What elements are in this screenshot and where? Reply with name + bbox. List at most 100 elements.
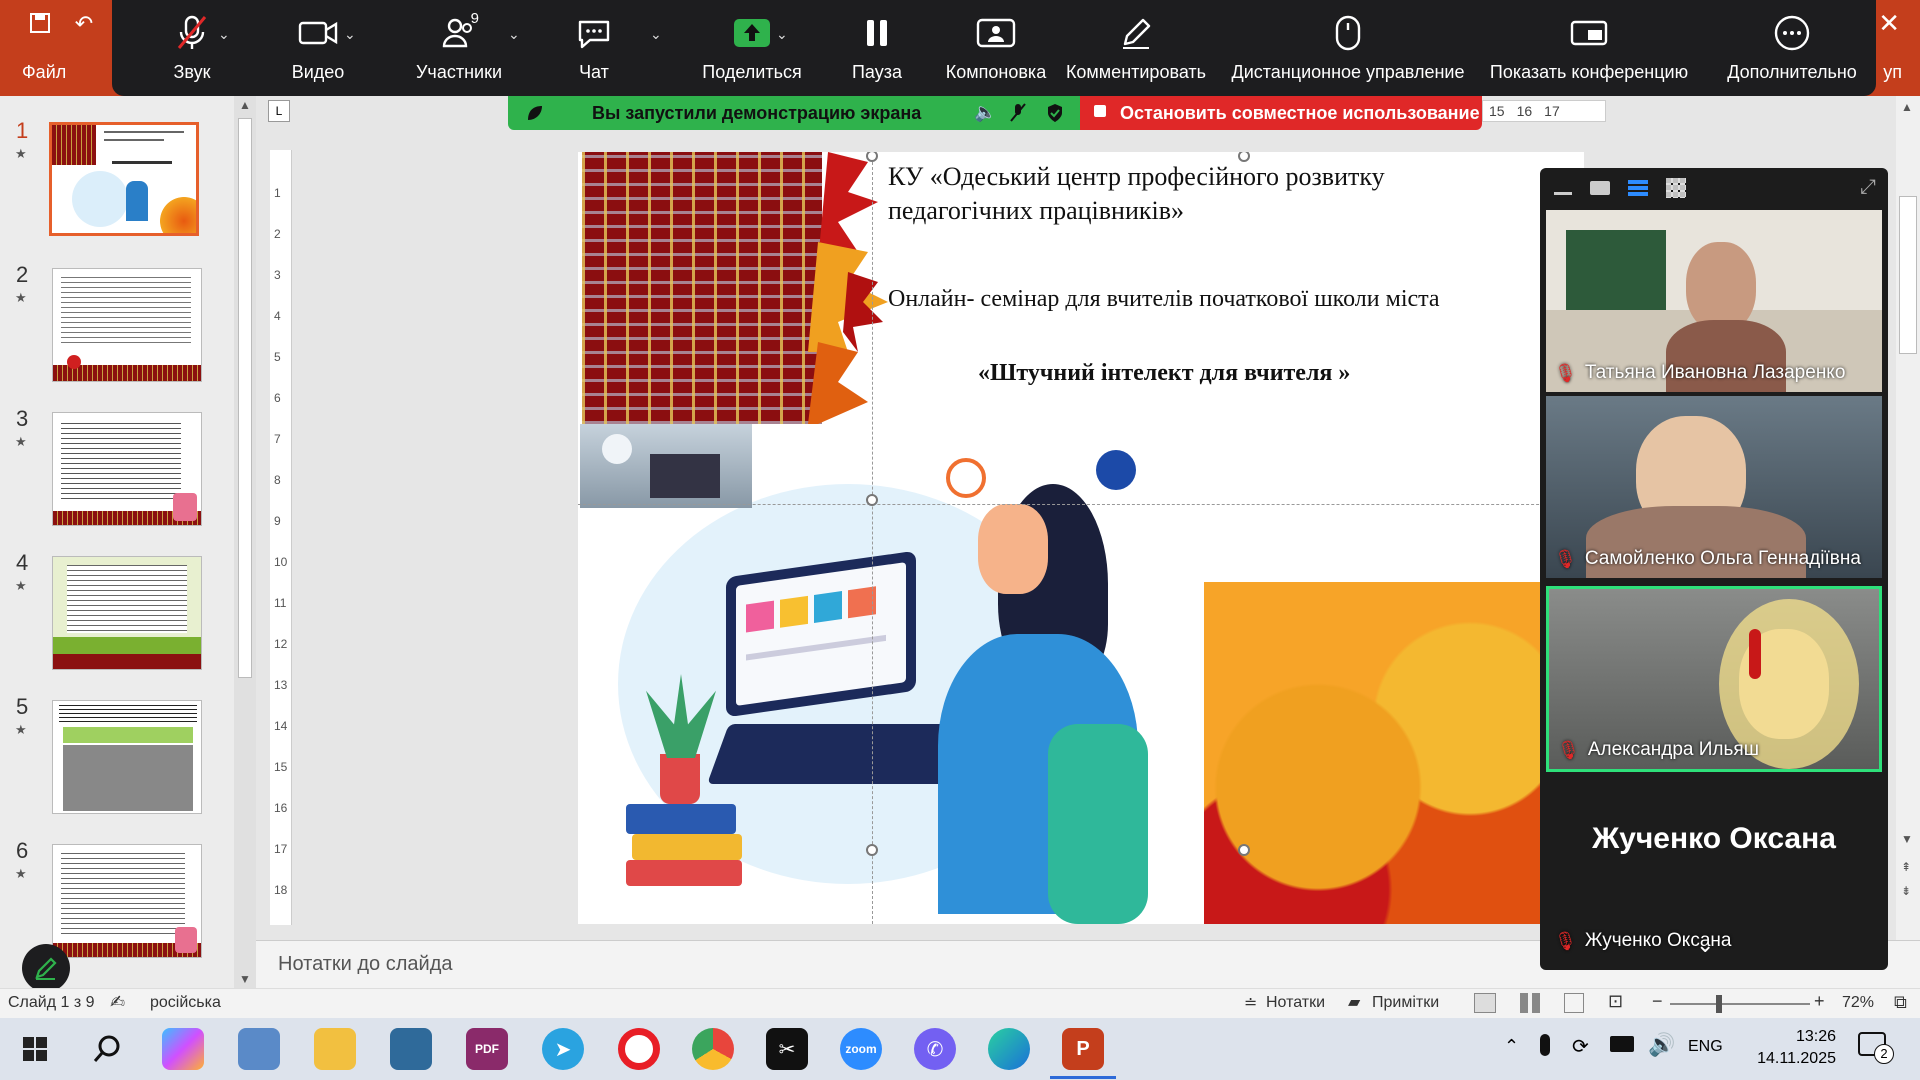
next-slide-icon[interactable]: ⇟ <box>1901 884 1911 898</box>
slide-title[interactable]: «Штучний інтелект для вчителя » <box>978 360 1350 387</box>
opera-icon[interactable] <box>618 1028 660 1070</box>
scroll-thumb[interactable] <box>238 118 252 678</box>
resize-handle[interactable] <box>866 494 878 506</box>
seminar-text[interactable]: Онлайн- семінар для вчителів початкової … <box>888 286 1440 313</box>
stop-share-button[interactable]: Остановить совместное использование <box>1080 96 1482 130</box>
calculator-icon[interactable] <box>390 1028 432 1070</box>
remote-control-button[interactable]: Дистанционное управление <box>1230 0 1466 96</box>
search-icon[interactable] <box>86 1028 128 1070</box>
pdf-editor-icon[interactable]: PDF <box>466 1028 508 1070</box>
capcut-icon[interactable]: ✂ <box>766 1028 808 1070</box>
resize-handle[interactable] <box>1238 844 1250 856</box>
share-button[interactable]: Поделиться <box>682 0 822 96</box>
windows-start-icon[interactable] <box>14 1028 56 1070</box>
chevron-up-icon[interactable]: ⌃ <box>1504 1036 1519 1057</box>
previous-slide-icon[interactable]: ⇞ <box>1901 860 1911 874</box>
audio-options-chevron-icon[interactable]: ⌄ <box>218 26 230 43</box>
zoom-level[interactable]: 72% <box>1842 994 1874 1012</box>
viber-icon[interactable]: ✆ <box>914 1028 956 1070</box>
ruler-mark: 18 <box>274 883 288 897</box>
leaf-share-icon <box>528 106 542 120</box>
speaker-icon[interactable]: 🔊 <box>1648 1032 1675 1058</box>
slide-thumbnail-6[interactable] <box>52 844 202 958</box>
reading-view-icon[interactable] <box>1564 993 1584 1013</box>
expand-icon[interactable]: ⤢ <box>1860 176 1876 199</box>
video-button[interactable]: Видео <box>272 0 364 96</box>
participants-button[interactable]: 9 Участники <box>404 0 514 96</box>
battery-icon[interactable] <box>1610 1036 1634 1052</box>
slide-sorter-icon[interactable] <box>1520 993 1540 1013</box>
microphone-icon[interactable] <box>1540 1034 1550 1056</box>
scroll-up-icon[interactable]: ▲ <box>239 98 251 112</box>
video-tile-active-speaker[interactable]: 🎙 Александра Ильяш <box>1546 586 1882 772</box>
slide-thumbnail-4[interactable] <box>52 556 202 670</box>
gallery-scroll-down-icon[interactable]: ⌄ <box>1696 932 1714 958</box>
display-icon[interactable]: ⟳ <box>1572 1034 1589 1059</box>
speaker-view-icon[interactable] <box>1590 181 1610 195</box>
zoom-video-gallery: ⤢ 🎙 Татьяна Ивановна Лазаренко 🎙 Самойленк… <box>1540 168 1888 970</box>
telegram-icon[interactable]: ➤ <box>542 1028 584 1070</box>
annotate-button[interactable]: Комментировать <box>1064 0 1208 96</box>
resize-handle[interactable] <box>866 844 878 856</box>
org-name-text[interactable]: КУ «Одеський центр професійного розвитку… <box>888 160 1385 228</box>
scroll-up-icon[interactable]: ▲ <box>1901 100 1913 114</box>
chrome-icon[interactable] <box>692 1028 734 1070</box>
desktop-app-icon[interactable] <box>238 1028 280 1070</box>
keyboard-language[interactable]: ENG <box>1688 1038 1723 1056</box>
video-tile-participant[interactable]: 🎙 Татьяна Ивановна Лазаренко <box>1546 210 1882 392</box>
fit-to-window-icon[interactable]: ⧉ <box>1894 992 1907 1013</box>
slide-thumbnail-3[interactable] <box>52 412 202 526</box>
audio-button[interactable]: Звук <box>152 0 232 96</box>
pause-share-button[interactable]: Пауза <box>822 0 932 96</box>
share-options-chevron-icon[interactable]: ⌄ <box>776 26 788 43</box>
slide-counter[interactable]: Слайд 1 з 9 <box>8 994 95 1012</box>
participants-options-chevron-icon[interactable]: ⌄ <box>508 26 520 43</box>
undo-icon[interactable]: ↶ <box>72 12 96 36</box>
powerpoint-icon[interactable]: P <box>1062 1028 1104 1070</box>
teacher-ai-illustration[interactable] <box>578 424 1204 924</box>
more-button[interactable]: Дополнительно <box>1718 0 1866 96</box>
zoom-in-icon[interactable]: + <box>1814 991 1825 1012</box>
chat-button[interactable]: Чат <box>554 0 634 96</box>
video-options-chevron-icon[interactable]: ⌄ <box>344 26 356 43</box>
save-icon[interactable] <box>28 12 52 36</box>
slide-canvas[interactable]: КУ «Одеський центр професійного розвитку… <box>578 152 1584 924</box>
slide-thumbnail-2[interactable] <box>52 268 202 382</box>
clock[interactable]: 13:26 14.11.2025 <box>1742 1026 1836 1070</box>
slide-thumbnail-1[interactable] <box>49 122 199 236</box>
chat-options-chevron-icon[interactable]: ⌄ <box>650 26 662 43</box>
edge-icon[interactable] <box>988 1028 1030 1070</box>
scroll-thumb[interactable] <box>1899 196 1917 354</box>
zoom-slider-thumb[interactable] <box>1716 995 1722 1013</box>
notes-button[interactable]: Нотатки <box>1266 994 1325 1012</box>
zoom-app-icon[interactable]: zoom <box>840 1028 882 1070</box>
video-tile-participant[interactable]: 🎙 Самойленко Ольга Геннадіївна <box>1546 396 1882 578</box>
slideshow-icon[interactable]: ⊡ <box>1608 991 1623 1012</box>
file-explorer-icon[interactable] <box>314 1028 356 1070</box>
show-conference-button[interactable]: Показать конференцию <box>1488 0 1690 96</box>
thumbnail-number: 2 <box>16 262 29 287</box>
notification-icon[interactable]: 2 <box>1858 1032 1894 1064</box>
strip-view-icon[interactable] <box>1628 180 1648 196</box>
gallery-view-icon[interactable] <box>1666 178 1686 198</box>
ruler-mark: 5 <box>274 350 281 364</box>
zoom-slider[interactable] <box>1670 1003 1810 1005</box>
scroll-down-icon[interactable]: ▼ <box>1901 832 1913 846</box>
language-indicator[interactable]: російська <box>150 994 221 1012</box>
layout-button[interactable]: Компоновка <box>938 0 1054 96</box>
ribbon-tab-partial[interactable]: уп <box>1883 62 1902 83</box>
normal-view-icon[interactable] <box>1474 993 1496 1013</box>
comments-button[interactable]: Примітки <box>1372 994 1439 1012</box>
minimize-icon[interactable] <box>1554 191 1572 195</box>
annotation-pen-button[interactable] <box>22 944 70 992</box>
spelling-check-icon[interactable]: ✍ <box>110 992 125 1013</box>
copilot-icon[interactable] <box>162 1028 204 1070</box>
slide-thumbnail-5[interactable] <box>52 700 202 814</box>
thumbnail-scrollbar[interactable]: ▲ ▼ <box>234 96 256 988</box>
scroll-down-icon[interactable]: ▼ <box>239 972 251 986</box>
close-icon[interactable]: ✕ <box>1878 8 1900 39</box>
editor-scrollbar[interactable]: ▲ ▼ ⇞ ⇟ <box>1896 96 1920 940</box>
file-tab[interactable]: Файл <box>22 62 66 83</box>
ruler-tab-selector[interactable]: L <box>268 100 290 122</box>
zoom-out-icon[interactable]: − <box>1652 991 1663 1012</box>
